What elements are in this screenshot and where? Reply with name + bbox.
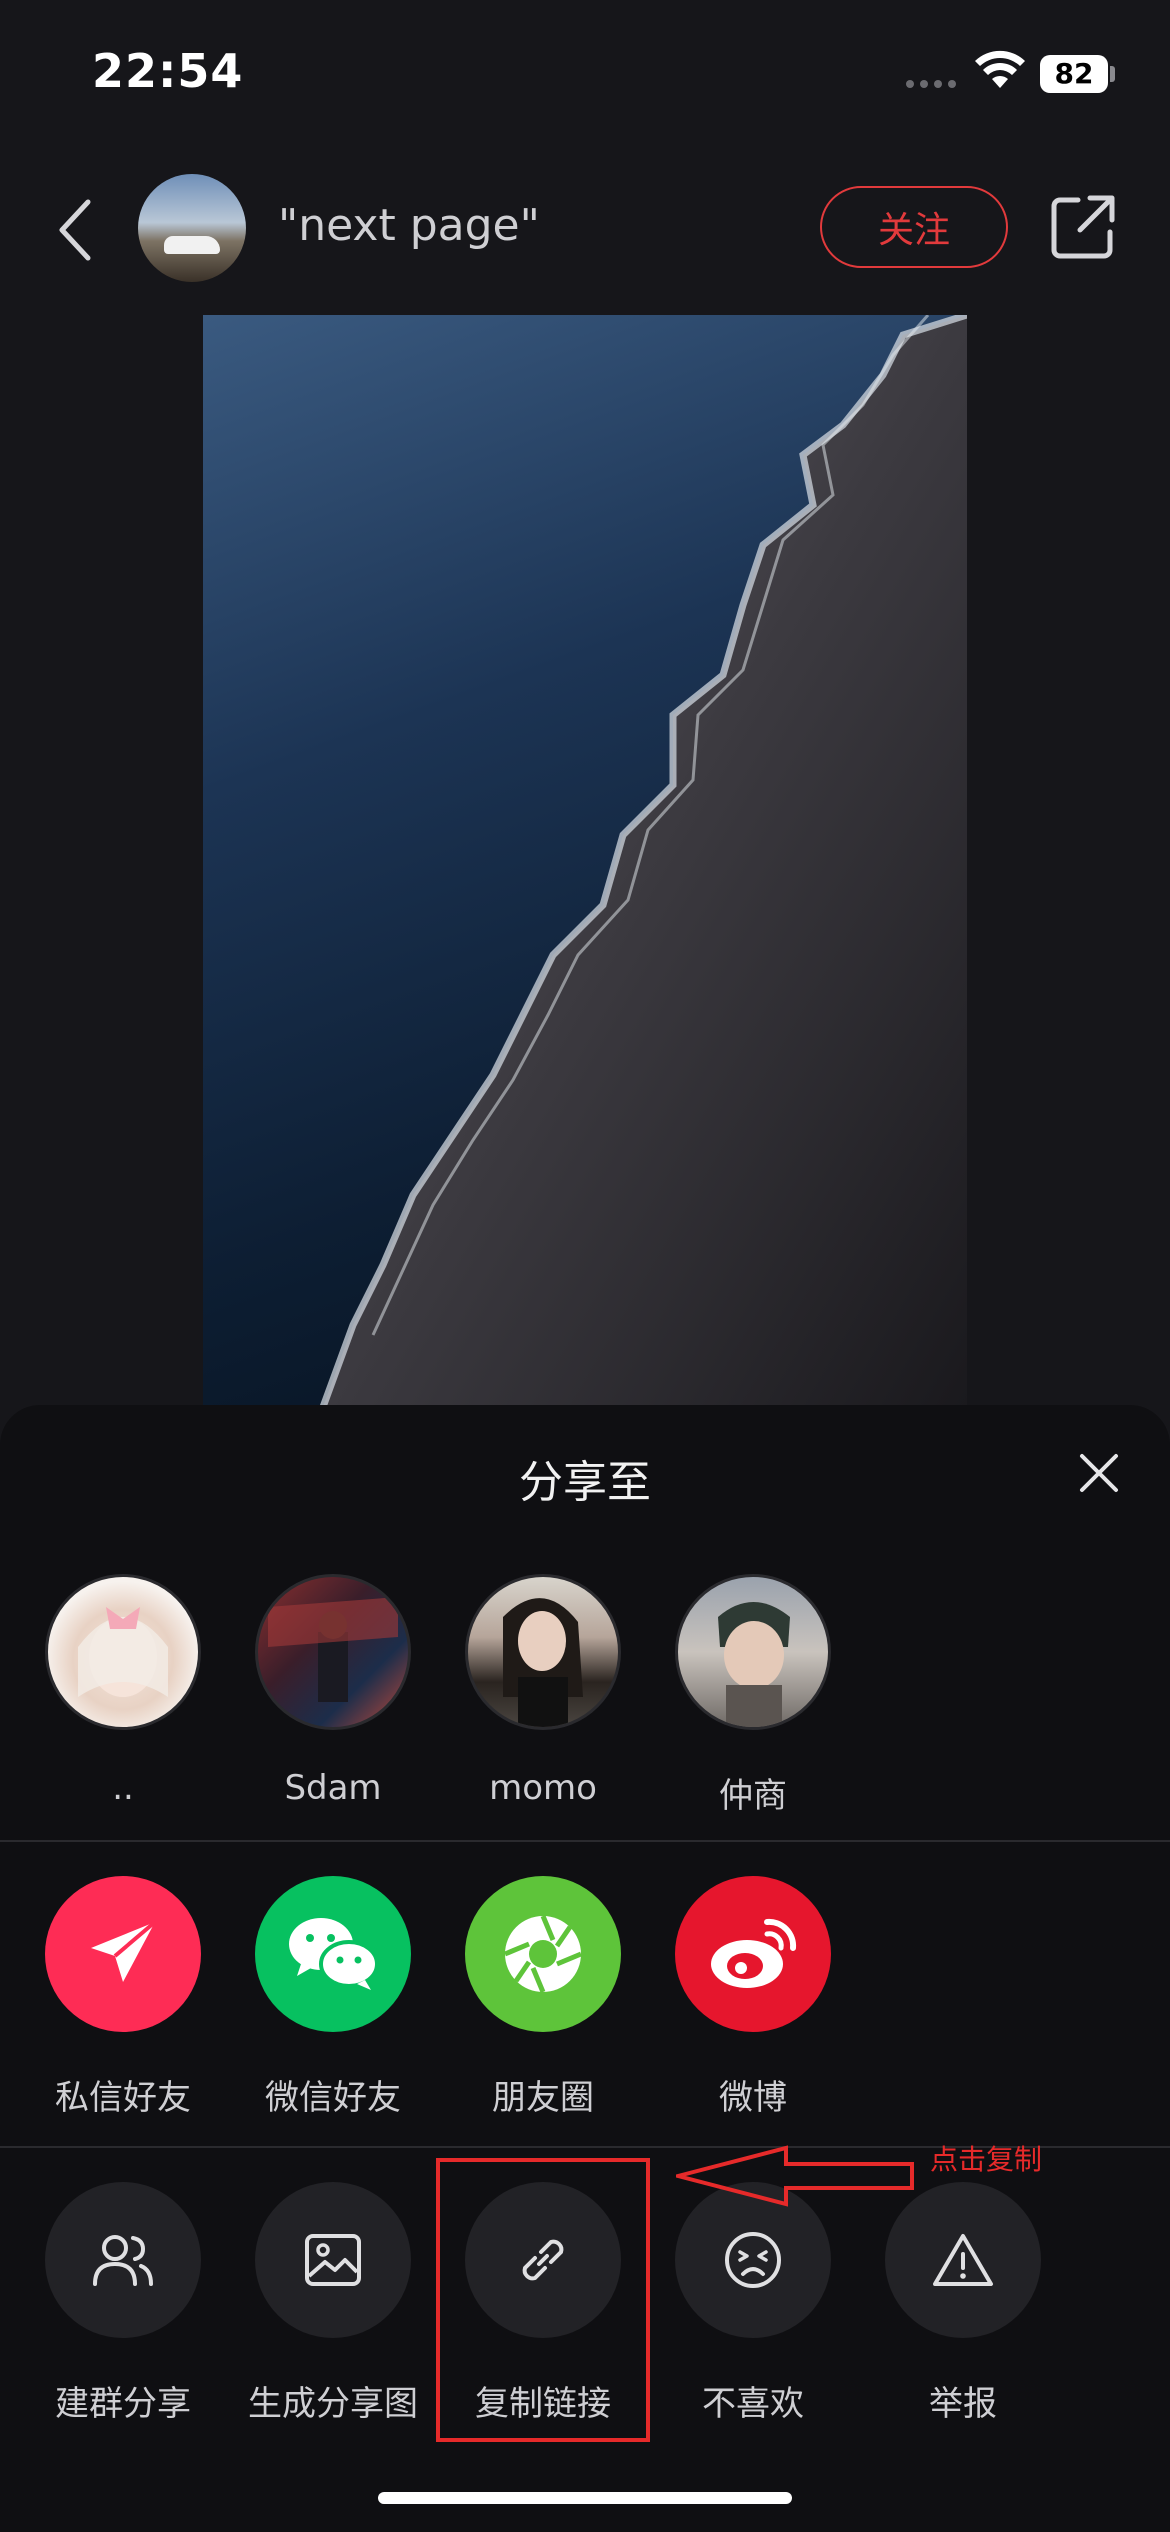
back-button[interactable] [50, 190, 100, 270]
status-time: 22:54 [92, 44, 244, 98]
share-app-wechat[interactable]: 微信好友 [233, 1876, 433, 2119]
contact-avatar [45, 1574, 201, 1730]
group-users-icon [45, 2182, 201, 2338]
contact-name: 仲商 [719, 1776, 787, 1816]
share-app-moments[interactable]: 朋友圈 [443, 1876, 643, 2119]
chevron-left-icon [59, 199, 91, 261]
share-app-weibo[interactable]: 微博 [653, 1876, 853, 2119]
contact-name: momo [489, 1768, 597, 1808]
wifi-icon [975, 50, 1025, 88]
contact-name: .. [112, 1768, 134, 1808]
share-external-icon[interactable] [1048, 192, 1118, 262]
contact-avatar [465, 1574, 621, 1730]
tool-label: 举报 [929, 2384, 997, 2424]
battery-tip [1110, 66, 1115, 82]
annotation-arrow-icon [676, 2145, 914, 2207]
contact-item[interactable]: momo [443, 1574, 643, 1808]
battery-level: 82 [1040, 55, 1108, 93]
weibo-icon [675, 1876, 831, 2032]
author-avatar[interactable] [138, 174, 246, 282]
share-sheet-title: 分享至 [519, 1457, 651, 1508]
contact-item[interactable]: Sdam [233, 1574, 433, 1808]
annotation-text: 点击复制 [930, 2143, 1043, 2176]
shoreline-graphic [319, 315, 967, 1407]
cellular-signal-icon [906, 80, 956, 88]
contact-avatar [675, 1574, 831, 1730]
paper-plane-icon [45, 1876, 201, 2032]
contact-name: Sdam [284, 1768, 382, 1808]
create-group-share-button[interactable]: 建群分享 [23, 2182, 223, 2425]
divider [0, 1840, 1170, 1842]
author-name[interactable]: "next page" [278, 200, 540, 251]
dislike-button[interactable]: 不喜欢 [653, 2182, 853, 2425]
image-icon [255, 2182, 411, 2338]
generate-share-image-button[interactable]: 生成分享图 [233, 2182, 433, 2425]
contact-item[interactable]: .. [23, 1574, 223, 1808]
annotation-highlight-box [436, 2158, 650, 2442]
contact-avatar [255, 1574, 411, 1730]
share-app-label: 私信好友 [55, 2078, 191, 2118]
share-app-label: 微博 [719, 2078, 787, 2118]
contact-item[interactable]: 仲商 [653, 1574, 853, 1817]
close-icon[interactable] [1074, 1448, 1124, 1498]
wechat-icon [255, 1876, 411, 2032]
report-button[interactable]: 举报 [863, 2182, 1063, 2425]
follow-button[interactable]: 关注 [820, 186, 1008, 268]
tool-label: 生成分享图 [248, 2384, 418, 2424]
share-app-dm[interactable]: 私信好友 [23, 1876, 223, 2119]
share-app-label: 微信好友 [265, 2078, 401, 2118]
home-indicator[interactable] [378, 2492, 792, 2504]
moments-icon [465, 1876, 621, 2032]
status-bar: 22:54 82 [0, 0, 1170, 150]
tool-label: 建群分享 [55, 2384, 191, 2424]
share-app-label: 朋友圈 [492, 2078, 594, 2118]
tool-label: 不喜欢 [702, 2384, 804, 2424]
post-image[interactable] [203, 315, 967, 1407]
